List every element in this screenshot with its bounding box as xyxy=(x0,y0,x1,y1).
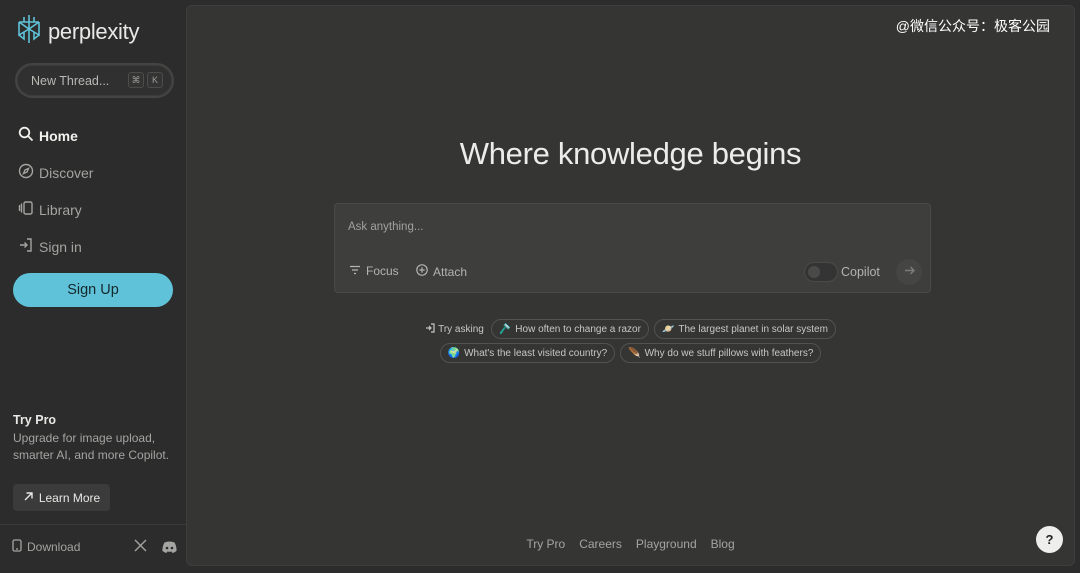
razor-icon: 🪒 xyxy=(498,323,512,335)
sidebar-footer: Download xyxy=(0,524,186,573)
shortcut-keys: ⌘ K xyxy=(128,72,163,88)
x-icon[interactable] xyxy=(134,539,147,557)
watermark: @微信公众号：极客公园 xyxy=(895,18,1050,34)
sidebar-item-library[interactable]: Library xyxy=(18,191,93,228)
try-pro-title: Try Pro xyxy=(13,413,57,427)
planet-icon: 🪐 xyxy=(661,323,675,335)
suggestions: Try asking 🪒 How often to change a razor… xyxy=(187,319,1074,367)
download-label: Download xyxy=(27,540,81,554)
suggestion-text: Why do we stuff pillows with feathers? xyxy=(644,347,814,359)
library-icon xyxy=(18,200,34,219)
footer-link-blog[interactable]: Blog xyxy=(711,537,735,551)
sidebar-item-label: Sign in xyxy=(39,238,82,255)
perplexity-logo-icon xyxy=(16,14,42,49)
feather-icon: 🪶 xyxy=(628,347,641,359)
sidebar-item-home[interactable]: Home xyxy=(18,117,93,154)
try-pro-description: Upgrade for image upload, smarter AI, an… xyxy=(13,431,170,462)
suggestion-chip[interactable]: 🪶 Why do we stuff pillows with feathers? xyxy=(620,343,822,363)
page-title: Where knowledge begins xyxy=(459,136,802,171)
command-key: ⌘ xyxy=(128,72,144,88)
suggestion-row: Try asking 🪒 How often to change a razor… xyxy=(187,319,1074,339)
copilot-label: Copilot xyxy=(841,265,880,279)
new-thread-label: New Thread... xyxy=(31,73,110,88)
learn-more-button[interactable]: Learn More xyxy=(13,484,110,511)
sign-in-icon xyxy=(18,237,34,256)
try-asking-label: Try asking xyxy=(425,319,486,339)
footer-link-careers[interactable]: Careers xyxy=(579,537,622,551)
attach-button[interactable]: Attach xyxy=(416,264,467,279)
suggestion-text: How often to change a razor xyxy=(515,323,641,335)
sidebar-item-label: Home xyxy=(39,127,78,144)
focus-button[interactable]: Focus xyxy=(349,264,399,278)
suggestion-chip[interactable]: 🪐 The largest planet in solar system xyxy=(653,319,836,339)
discord-icon[interactable] xyxy=(162,540,177,558)
footer-link-try-pro[interactable]: Try Pro xyxy=(526,537,565,551)
main-panel: @微信公众号：极客公园 Where knowledge begins Focus… xyxy=(186,5,1075,566)
copilot-toggle[interactable] xyxy=(804,262,838,282)
sidebar: perplexity New Thread... ⌘ K Home Discov… xyxy=(0,0,186,573)
submit-button[interactable] xyxy=(896,259,922,285)
help-button[interactable]: ? xyxy=(1036,526,1063,553)
arrow-up-right-icon xyxy=(23,491,34,505)
sidebar-item-label: Library xyxy=(39,201,82,218)
sidebar-item-sign-in[interactable]: Sign in xyxy=(18,228,93,265)
phone-icon xyxy=(12,539,22,555)
sign-in-arrow-icon xyxy=(425,322,435,336)
suggestion-row: 🌍 What's the least visited country? 🪶 Wh… xyxy=(187,343,1074,363)
sidebar-item-discover[interactable]: Discover xyxy=(18,154,93,191)
new-thread-button[interactable]: New Thread... ⌘ K xyxy=(15,63,174,98)
k-key: K xyxy=(147,72,163,88)
footer-link-playground[interactable]: Playground xyxy=(636,537,697,551)
plus-circle-icon xyxy=(416,264,428,279)
logo[interactable]: perplexity xyxy=(16,14,139,49)
suggestion-chip[interactable]: 🪒 How often to change a razor xyxy=(490,319,649,339)
sidebar-nav: Home Discover Library Sign in xyxy=(18,117,93,265)
filter-icon xyxy=(349,264,361,278)
learn-more-label: Learn More xyxy=(38,490,101,505)
toggle-knob xyxy=(808,266,820,278)
sign-up-button[interactable]: Sign Up xyxy=(13,273,173,307)
ask-box: Focus Attach Copilot xyxy=(334,203,931,293)
attach-label: Attach xyxy=(433,264,468,279)
arrow-right-icon xyxy=(904,263,915,281)
focus-label: Focus xyxy=(366,264,399,278)
try-pro-panel: Try Pro Upgrade for image upload, smarte… xyxy=(13,413,178,464)
logo-text: perplexity xyxy=(48,18,140,44)
suggestion-chip[interactable]: 🌍 What's the least visited country? xyxy=(439,343,616,363)
footer-links: Try Pro Careers Playground Blog xyxy=(187,537,1074,551)
sidebar-item-label: Discover xyxy=(39,164,94,181)
suggestion-text: What's the least visited country? xyxy=(464,347,608,359)
download-link[interactable]: Download xyxy=(12,539,80,555)
compass-icon xyxy=(18,163,34,182)
ask-input[interactable] xyxy=(348,217,908,237)
suggestion-text: The largest planet in solar system xyxy=(678,323,828,335)
globe-icon: 🌍 xyxy=(447,347,461,359)
search-icon xyxy=(18,126,34,145)
try-asking-text: Try asking xyxy=(438,323,484,335)
